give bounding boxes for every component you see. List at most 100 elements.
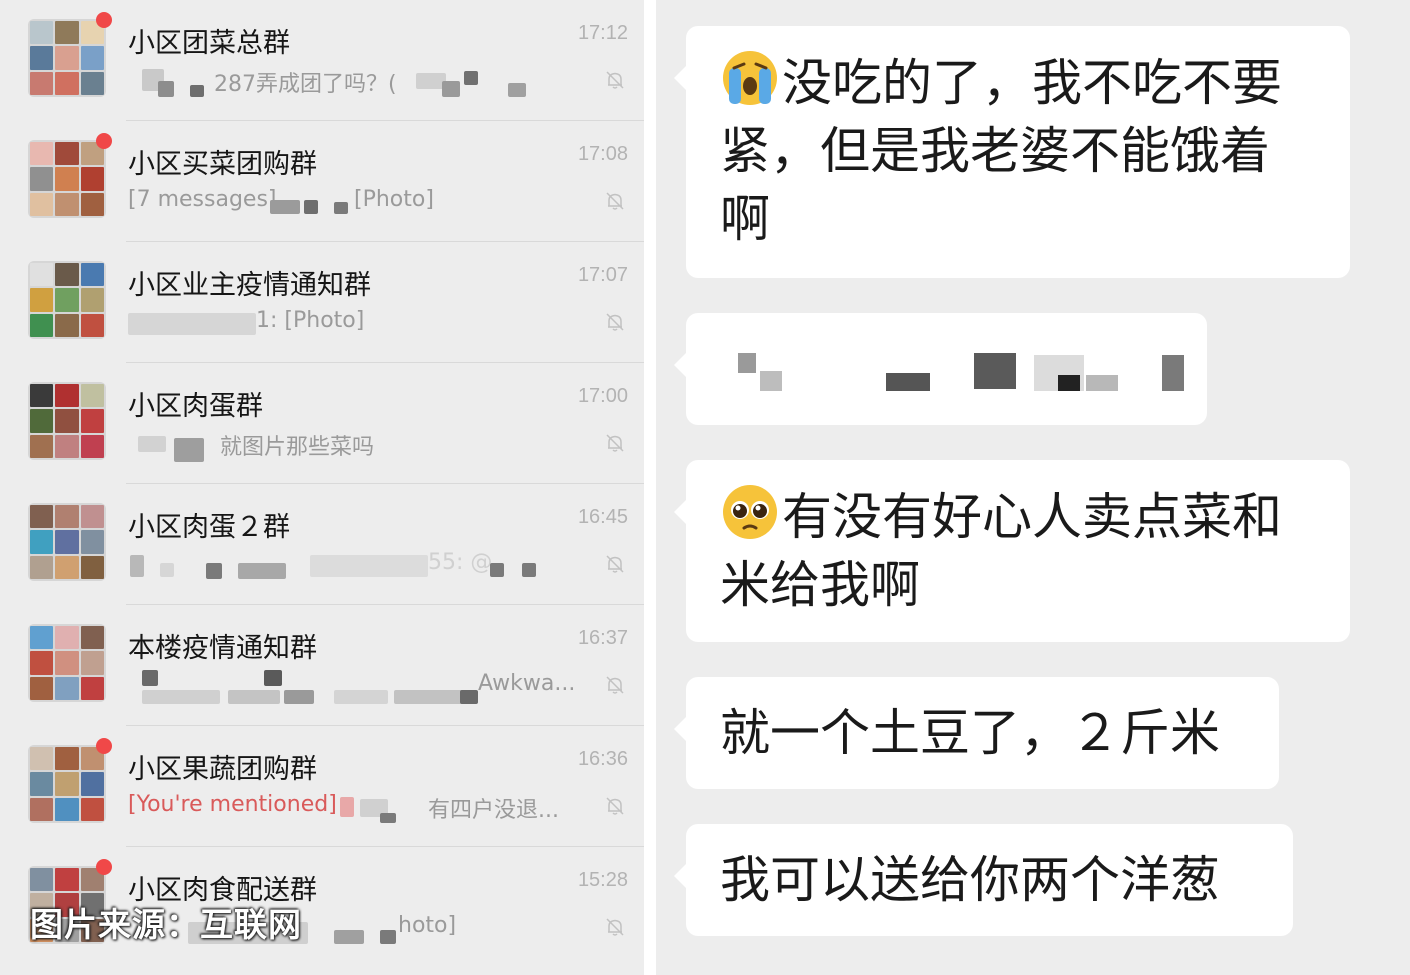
preview-text: 55: @ <box>428 550 493 575</box>
message-text: 没吃的了，我不吃不要紧，但是我老婆不能饿着啊 <box>720 54 1282 248</box>
blurred-sender <box>380 813 396 823</box>
chat-row[interactable]: 本楼疫情通知群 16:37 Awkwa... <box>0 605 644 726</box>
preview-text: 就图片那些菜吗 <box>220 435 375 460</box>
chat-preview: 55: @ <box>128 549 573 583</box>
avatar-tile <box>30 868 54 892</box>
blurred-sender <box>128 313 256 335</box>
chat-list-panel: 小区团菜总群 17:12 287弄成团了吗？( 小区买菜团购群 17:08 [7… <box>0 0 644 975</box>
preview-text: [7 messages] <box>128 187 277 212</box>
chat-row[interactable]: 小区肉蛋２群 16:45 55: @ <box>0 484 644 605</box>
blurred-text <box>334 202 348 214</box>
avatar-tile <box>55 651 79 675</box>
mute-bell-icon <box>606 434 624 452</box>
blurred-text <box>508 83 526 97</box>
avatar-tile <box>30 313 54 337</box>
chat-name: 小区团菜总群 <box>128 28 290 59</box>
avatar-tile <box>55 676 79 700</box>
chat-preview: [You're mentioned] 有四户没退... <box>128 791 573 825</box>
avatar-tile <box>55 46 79 70</box>
avatar-tile <box>55 313 79 337</box>
avatar-tile <box>30 797 54 821</box>
avatar-tile <box>80 676 104 700</box>
avatar-tile <box>55 142 79 166</box>
avatar-tile <box>55 409 79 433</box>
avatar-tile <box>80 434 104 458</box>
blurred-sender <box>158 81 174 97</box>
chat-row[interactable]: 小区果蔬团购群 16:36 [You're mentioned] 有四户没退..… <box>0 726 644 847</box>
avatar-tile <box>30 384 54 408</box>
chat-time: 16:45 <box>577 506 628 528</box>
blurred-sender <box>174 438 204 462</box>
blurred-text <box>442 81 460 97</box>
avatar-tile <box>30 772 54 796</box>
blurred-text <box>490 563 504 577</box>
pleading-face-icon <box>723 485 777 539</box>
redacted-block <box>1058 375 1080 391</box>
source-watermark: 图片来源：互联网 <box>30 905 302 944</box>
avatar-tile <box>30 434 54 458</box>
avatar-tile <box>55 192 79 216</box>
avatar-tile <box>80 71 104 95</box>
avatar-tile <box>30 409 54 433</box>
message-bubble[interactable]: 没吃的了，我不吃不要紧，但是我老婆不能饿着啊 <box>674 26 1350 278</box>
avatar-tile <box>55 868 79 892</box>
blurred-sender <box>264 670 282 686</box>
redacted-block <box>886 373 930 391</box>
chat-preview: 1: [Photo] <box>128 307 573 341</box>
blurred-text <box>284 690 314 704</box>
avatar-tile <box>80 626 104 650</box>
message-bubble[interactable]: 有没有好心人卖点菜和米给我啊 <box>674 460 1350 642</box>
chat-time: 17:07 <box>577 264 628 286</box>
avatar-tile <box>80 384 104 408</box>
group-avatar <box>28 19 106 97</box>
avatar-tile <box>30 46 54 70</box>
group-avatar <box>28 624 106 702</box>
group-avatar <box>28 382 106 460</box>
avatar-tile <box>55 747 79 771</box>
message-bubble[interactable]: 就一个土豆了，２斤米 <box>674 677 1279 789</box>
message-bubble-redacted[interactable] <box>674 313 1207 425</box>
avatar-tile <box>80 651 104 675</box>
unread-dot <box>96 859 112 875</box>
blurred-text <box>464 71 478 85</box>
redacted-block <box>760 371 782 391</box>
blurred-sender <box>142 670 158 686</box>
chat-row[interactable]: 小区肉蛋群 17:00 就图片那些菜吗 <box>0 363 644 484</box>
chat-preview: 287弄成团了吗？( <box>128 65 573 99</box>
chat-preview: [7 messages] [Photo] <box>128 186 573 220</box>
mute-bell-icon <box>606 313 624 331</box>
group-avatar <box>28 261 106 339</box>
redacted-block <box>974 353 1016 389</box>
avatar-tile <box>80 797 104 821</box>
avatar-tile <box>55 505 79 529</box>
mute-bell-icon <box>606 797 624 815</box>
avatar-tile <box>80 313 104 337</box>
blurred-sender <box>160 563 174 577</box>
group-avatar <box>28 503 106 581</box>
avatar-tile <box>55 555 79 579</box>
avatar-tile <box>30 530 54 554</box>
chat-row[interactable]: 小区业主疫情通知群 17:07 1: [Photo] <box>0 242 644 363</box>
chat-row[interactable]: 小区买菜团购群 17:08 [7 messages] [Photo] <box>0 121 644 242</box>
chat-row[interactable]: 小区团菜总群 17:12 287弄成团了吗？( <box>0 0 644 121</box>
unread-dot <box>96 738 112 754</box>
avatar-tile <box>55 797 79 821</box>
avatar-tile <box>30 747 54 771</box>
blurred-text <box>334 690 388 704</box>
mute-bell-icon <box>606 676 624 694</box>
message-bubble[interactable]: 我可以送给你两个洋葱 <box>674 824 1293 936</box>
blurred-text <box>142 690 220 704</box>
blurred-text <box>310 555 428 577</box>
avatar-tile <box>55 434 79 458</box>
message-text: 有没有好心人卖点菜和米给我啊 <box>720 488 1282 614</box>
avatar-tile <box>30 651 54 675</box>
preview-text: hoto] <box>398 913 457 938</box>
avatar-tile <box>80 263 104 287</box>
chat-time: 16:37 <box>577 627 628 649</box>
avatar-tile <box>55 263 79 287</box>
avatar-tile <box>55 288 79 312</box>
avatar-tile <box>55 167 79 191</box>
blurred-text <box>394 690 464 704</box>
avatar-tile <box>30 676 54 700</box>
avatar-tile <box>30 626 54 650</box>
